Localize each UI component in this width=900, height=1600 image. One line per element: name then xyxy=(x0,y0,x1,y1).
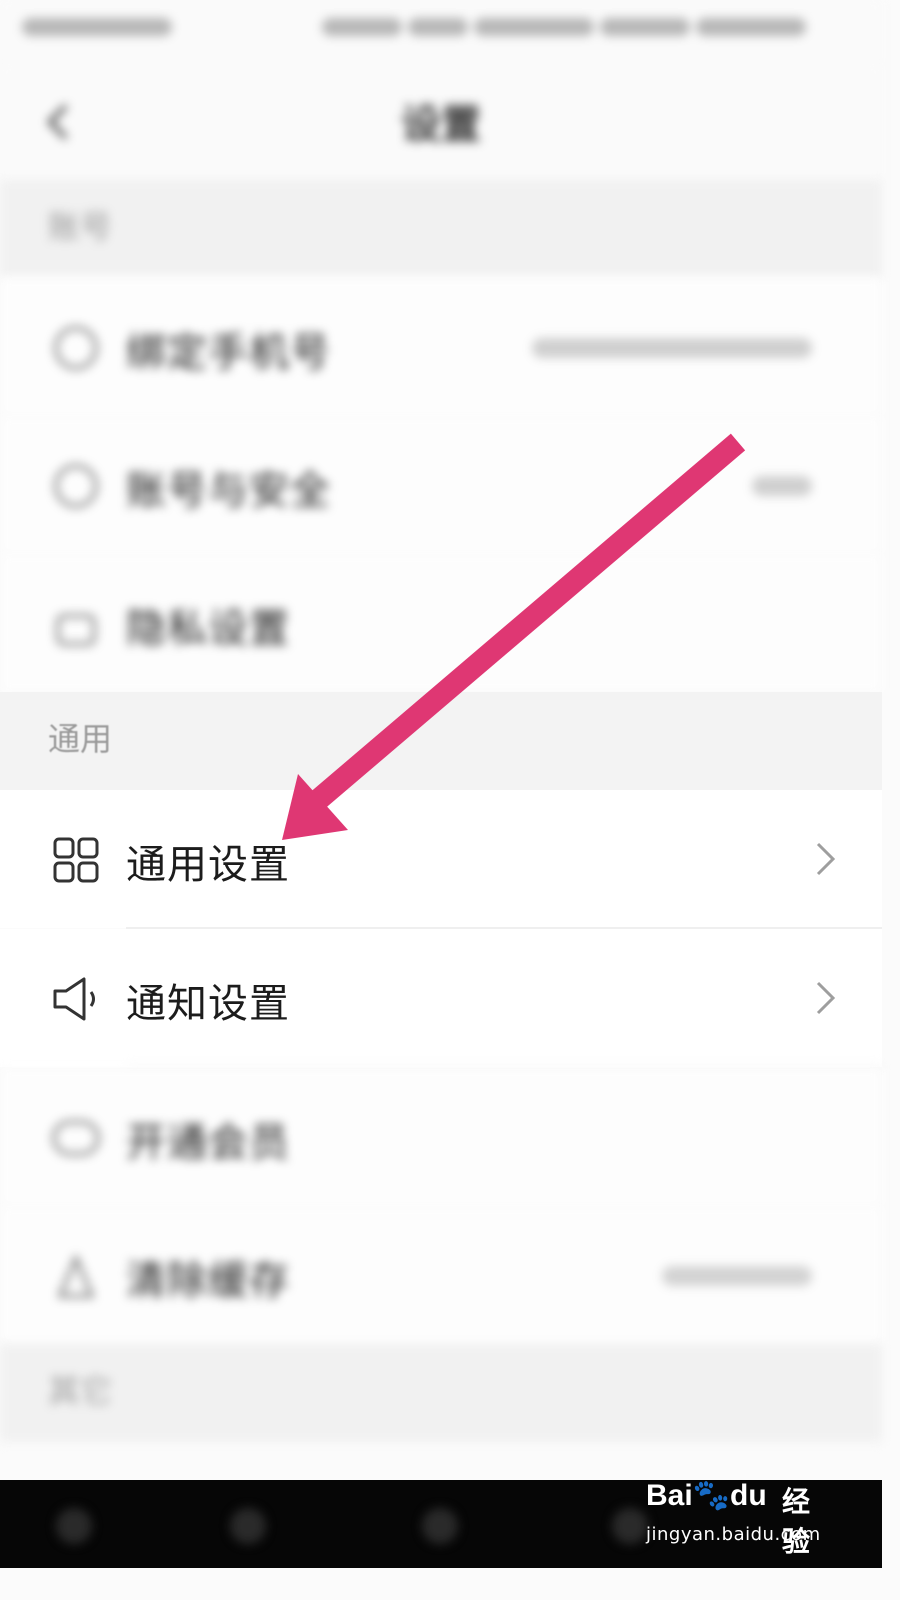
settings-item-general[interactable]: 通用设置 xyxy=(0,790,882,928)
trash-icon xyxy=(57,1254,95,1298)
menu-button[interactable] xyxy=(56,1508,92,1544)
toggle-icon xyxy=(52,1120,100,1156)
status-bar xyxy=(0,0,882,64)
watermark-url: jingyan.baidu.com xyxy=(646,1524,821,1545)
section-header-general: 通用 xyxy=(0,692,882,790)
recents-button[interactable] xyxy=(612,1508,648,1544)
grid-icon xyxy=(53,837,99,883)
settings-item-notifications[interactable]: 通知设置 xyxy=(0,929,882,1067)
baidu-jingyan-watermark: Bai🐾du 经验 jingyan.baidu.com xyxy=(646,1478,836,1558)
settings-item-label: 通知设置 xyxy=(126,981,290,1027)
section-header-account: 账号 xyxy=(0,180,882,278)
settings-item-value xyxy=(662,1266,812,1286)
watermark-brand: Bai🐾du xyxy=(646,1479,767,1512)
section-header-other: 其它 xyxy=(0,1344,882,1442)
section-title: 账号 xyxy=(48,208,113,246)
chevron-right-icon xyxy=(816,981,836,1015)
section-title: 通用 xyxy=(48,720,113,758)
settings-item-account-security[interactable]: 账号与安全 xyxy=(0,416,882,554)
settings-item-clear-cache[interactable]: 清除缓存 xyxy=(0,1206,882,1344)
section-title: 其它 xyxy=(48,1372,113,1410)
home-button[interactable] xyxy=(422,1508,458,1544)
settings-item-value xyxy=(532,338,812,358)
settings-item-label: 账号与安全 xyxy=(126,468,331,514)
carrier-indicator xyxy=(22,14,202,40)
settings-item-value xyxy=(752,476,812,496)
page-title: 设置 xyxy=(401,102,481,148)
chevron-right-icon xyxy=(816,842,836,876)
settings-item-label: 开通会员 xyxy=(126,1120,290,1166)
settings-item-label: 通用设置 xyxy=(126,842,290,888)
settings-item-label: 清除缓存 xyxy=(126,1258,290,1304)
lock-icon xyxy=(56,614,96,646)
header: 设置 xyxy=(0,64,882,180)
settings-item-label: 绑定手机号 xyxy=(126,330,331,376)
settings-item-membership[interactable]: 开通会员 xyxy=(0,1068,882,1206)
status-icons xyxy=(322,14,862,40)
watermark-product: 经验 xyxy=(782,1485,811,1558)
speaker-icon xyxy=(53,977,95,1021)
shield-icon xyxy=(54,464,98,508)
settings-item-label: 隐私设置 xyxy=(126,606,290,652)
settings-item-bind-phone[interactable]: 绑定手机号 xyxy=(0,278,882,416)
back-button[interactable] xyxy=(230,1508,266,1544)
phone-icon xyxy=(54,326,98,370)
paw-icon: 🐾 xyxy=(692,1479,731,1512)
settings-item-privacy[interactable]: 隐私设置 xyxy=(0,554,882,692)
